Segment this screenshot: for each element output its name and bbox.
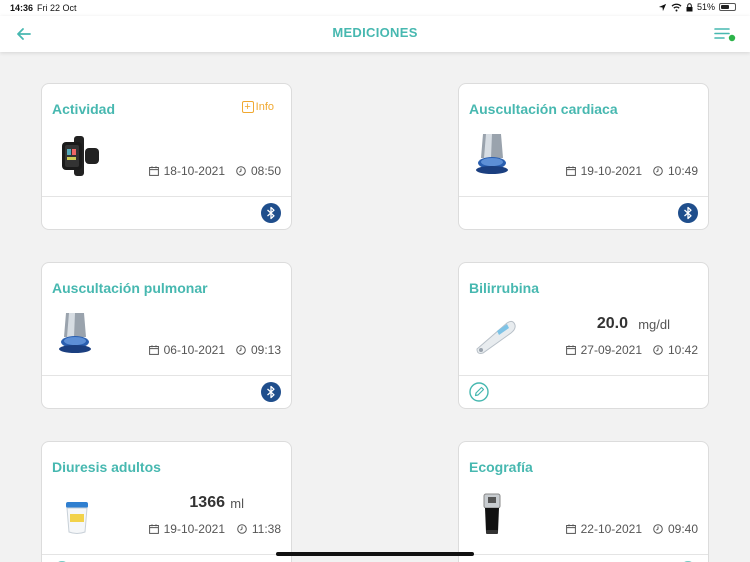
time-field: 08:50 — [236, 164, 281, 178]
urine-cup-icon — [66, 502, 88, 534]
time-value: 10:49 — [667, 164, 698, 178]
location-icon — [658, 3, 667, 11]
card-title: Diuresis adultos — [52, 459, 161, 475]
filter-menu-icon[interactable] — [712, 24, 738, 44]
clock-icon — [236, 345, 246, 355]
card-title: Actividad — [52, 101, 116, 117]
measurement-card-diuresis-adultos[interactable]: Diuresis adultos 1366 ml 19-10-2021 11:3… — [41, 441, 292, 562]
measurement-card-auscultacion-pulmonar[interactable]: Auscultación pulmonar 06-10-2021 09:13 — [41, 262, 292, 409]
measurement-value: 1366 — [189, 494, 225, 511]
date-value: 06-10-2021 — [163, 343, 225, 357]
measurement-value: 20.0 — [596, 315, 628, 332]
card-title: Auscultación pulmonar — [52, 280, 208, 296]
calendar-icon — [565, 345, 576, 355]
time-field: 10:42 — [653, 343, 698, 357]
bluetooth-icon[interactable] — [678, 203, 698, 223]
measurement-card-actividad[interactable]: Actividad + Info 18-10-2021 08:50 — [41, 83, 292, 230]
date-field: 18-10-2021 — [148, 164, 225, 178]
info-label: Info — [255, 101, 274, 113]
date-value: 27-09-2021 — [580, 343, 642, 357]
card-title: Bilirrubina — [469, 280, 540, 296]
date-value: 19-10-2021 — [580, 164, 642, 178]
lock-icon — [686, 2, 693, 11]
time-field: 09:40 — [653, 522, 698, 536]
page-title: MEDICIONES — [332, 25, 418, 40]
calendar-icon — [148, 524, 159, 534]
card-title: Auscultación cardiaca — [469, 101, 618, 117]
battery-percentage: 51% — [696, 2, 715, 12]
time-value: 10:42 — [667, 343, 698, 357]
card-divider — [42, 196, 291, 197]
status-bar: 14:36 Fri 22 Oct 51% — [0, 0, 750, 16]
smartwatch-icon — [62, 136, 99, 176]
card-divider — [42, 554, 291, 555]
clock-icon — [237, 524, 247, 534]
status-date: Fri 22 Oct — [37, 3, 77, 13]
time-value: 09:40 — [667, 522, 698, 536]
time-field: 11:38 — [237, 522, 281, 536]
time-value: 11:38 — [251, 522, 281, 536]
clock-icon — [653, 345, 663, 355]
date-field: 27-09-2021 — [565, 343, 642, 357]
clock-icon — [653, 166, 663, 176]
clock-icon — [653, 524, 663, 534]
measurement-card-auscultacion-cardiaca[interactable]: Auscultación cardiaca 19-10-2021 10:49 — [458, 83, 709, 230]
measurement-card-ecografia[interactable]: Ecografía 22-10-2021 09:40 — [458, 441, 709, 562]
time-value: 08:50 — [250, 164, 281, 178]
stethoscope-icon — [476, 134, 508, 174]
app-header: MEDICIONES — [0, 16, 750, 52]
bilirubinometer-icon — [476, 320, 516, 354]
date-field: 19-10-2021 — [148, 522, 225, 536]
time-field: 09:13 — [236, 343, 281, 357]
pencil-icon[interactable] — [469, 382, 489, 402]
measurement-unit: ml — [230, 496, 244, 511]
date-field: 22-10-2021 — [565, 522, 642, 536]
battery-icon — [719, 3, 736, 11]
calendar-icon — [565, 524, 576, 534]
status-indicators: 51% — [658, 2, 736, 12]
date-value: 22-10-2021 — [580, 522, 642, 536]
clock-icon — [236, 166, 246, 176]
date-value: 19-10-2021 — [163, 522, 225, 536]
calendar-icon — [148, 166, 159, 176]
calendar-icon — [565, 166, 576, 176]
card-divider — [42, 375, 291, 376]
measurement-unit: mg/dl — [638, 317, 670, 332]
card-divider — [459, 554, 708, 555]
info-button[interactable]: + Info — [241, 101, 274, 113]
card-divider — [459, 375, 708, 376]
wifi-icon — [671, 3, 682, 11]
home-indicator[interactable] — [276, 552, 474, 556]
measurement-card-bilirrubina[interactable]: Bilirrubina 20.0 mg/dl 27-09-2021 10:42 — [458, 262, 709, 409]
plus-icon: + — [241, 101, 254, 113]
calendar-icon — [148, 345, 159, 355]
time-field: 10:49 — [653, 164, 698, 178]
date-field: 19-10-2021 — [565, 164, 642, 178]
time-value: 09:13 — [250, 343, 281, 357]
date-field: 06-10-2021 — [148, 343, 225, 357]
date-value: 18-10-2021 — [163, 164, 225, 178]
card-title: Ecografía — [469, 459, 533, 475]
bluetooth-icon[interactable] — [261, 382, 281, 402]
bluetooth-icon[interactable] — [261, 203, 281, 223]
status-time: 14:36 — [10, 3, 34, 13]
card-divider — [459, 196, 708, 197]
ultrasound-probe-icon — [483, 493, 501, 534]
stethoscope-icon — [59, 313, 91, 353]
